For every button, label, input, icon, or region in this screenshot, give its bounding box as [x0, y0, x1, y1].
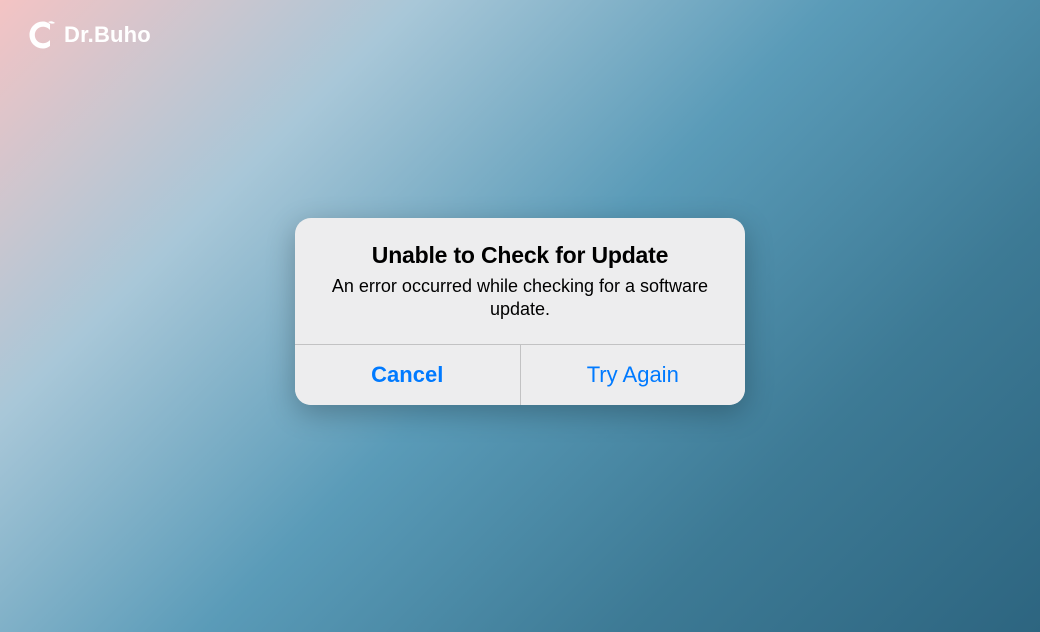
- cancel-button[interactable]: Cancel: [295, 345, 521, 405]
- dialog-button-row: Cancel Try Again: [295, 344, 745, 405]
- dialog-title: Unable to Check for Update: [321, 242, 719, 269]
- dialog-content: Unable to Check for Update An error occu…: [295, 218, 745, 344]
- alert-dialog: Unable to Check for Update An error occu…: [295, 218, 745, 405]
- try-again-button[interactable]: Try Again: [521, 345, 746, 405]
- owl-c-icon: [28, 20, 58, 50]
- brand-name: Dr.Buho: [64, 22, 151, 48]
- dialog-message: An error occurred while checking for a s…: [321, 275, 719, 322]
- brand-logo: Dr.Buho: [28, 20, 151, 50]
